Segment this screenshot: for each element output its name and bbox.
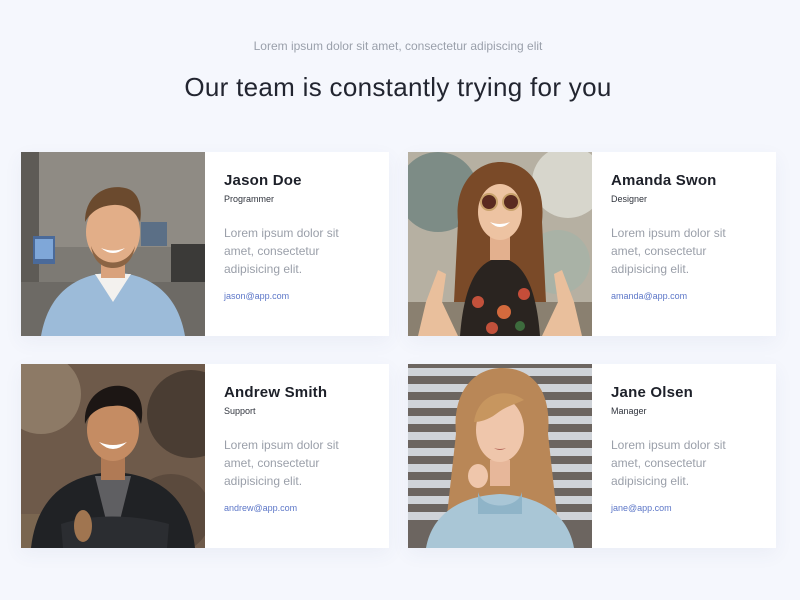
member-description: Lorem ipsum dolor sit amet, consectetur … [611,438,726,488]
member-name: Jason Doe [224,172,302,189]
team-card-jason: Jason Doe Programmer Lorem ipsum dolor s… [21,152,389,336]
member-email-link[interactable]: jane@app.com [611,503,672,514]
member-role: Support [224,406,256,416]
member-info: Andrew Smith Support Lorem ipsum dolor s… [205,364,389,548]
member-role: Manager [611,406,647,416]
member-description: Lorem ipsum dolor sit amet, consectetur … [224,226,339,276]
section-title: Our team is constantly trying for you [184,72,612,102]
member-role: Designer [611,194,648,204]
member-photo [408,364,592,548]
member-info: Jane Olsen Manager Lorem ipsum dolor sit… [592,364,776,548]
team-card-jane: Jane Olsen Manager Lorem ipsum dolor sit… [408,364,776,548]
team-card-andrew: Andrew Smith Support Lorem ipsum dolor s… [21,364,389,548]
member-photo [21,152,205,336]
member-email-link[interactable]: jason@app.com [224,291,289,302]
member-info: Jason Doe Programmer Lorem ipsum dolor s… [205,152,389,336]
team-card-amanda: Amanda Swon Designer Lorem ipsum dolor s… [408,152,776,336]
member-photo [408,152,592,336]
member-name: Jane Olsen [611,384,694,401]
member-description: Lorem ipsum dolor sit amet, consectetur … [224,438,339,488]
team-section: Lorem ipsum dolor sit amet, consectetur … [0,0,800,600]
member-photo [21,364,205,548]
member-description: Lorem ipsum dolor sit amet, consectetur … [611,226,726,276]
member-name: Amanda Swon [611,172,717,189]
member-email-link[interactable]: andrew@app.com [224,503,297,514]
member-name: Andrew Smith [224,384,328,401]
member-info: Amanda Swon Designer Lorem ipsum dolor s… [592,152,776,336]
section-subtitle: Lorem ipsum dolor sit amet, consectetur … [253,39,543,53]
member-role: Programmer [224,194,275,204]
member-email-link[interactable]: amanda@app.com [611,291,687,302]
